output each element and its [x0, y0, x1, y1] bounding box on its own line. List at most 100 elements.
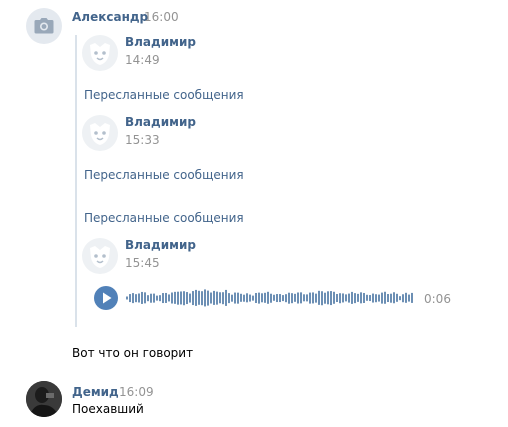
waveform-bar — [183, 290, 185, 306]
waveform-bar — [255, 293, 257, 303]
waveform-bar — [300, 292, 302, 304]
message-text: Поехавший — [72, 402, 144, 416]
forwarded-time[interactable]: 15:45 — [125, 256, 160, 270]
audio-waveform[interactable] — [126, 288, 414, 308]
waveform-bar — [303, 294, 305, 302]
user-photo-icon — [26, 381, 62, 417]
waveform-bar — [378, 294, 380, 302]
waveform-bar — [153, 293, 155, 303]
waveform-bar — [168, 294, 170, 302]
waveform-bar — [372, 293, 374, 303]
waveform-bar — [399, 295, 401, 301]
waveform-bar — [177, 291, 179, 305]
waveform-bar — [408, 294, 410, 302]
waveform-bar — [327, 291, 329, 305]
waveform-bar — [237, 292, 239, 304]
waveform-bar — [141, 292, 143, 304]
waveform-bar — [252, 295, 254, 301]
forwarded-avatar[interactable] — [82, 115, 118, 151]
waveform-bar — [147, 294, 149, 302]
waveform-bar — [228, 292, 230, 304]
waveform-bar — [330, 290, 332, 306]
forwarded-time[interactable]: 14:49 — [125, 53, 160, 67]
waveform-bar — [162, 292, 164, 304]
waveform-bar — [270, 293, 272, 303]
waveform-bar — [201, 290, 203, 306]
waveform-bar — [297, 292, 299, 304]
waveform-bar — [366, 295, 368, 301]
dog-icon — [90, 43, 110, 65]
waveform-bar — [294, 294, 296, 302]
waveform-bar — [390, 293, 392, 303]
waveform-bar — [360, 292, 362, 304]
waveform-bar — [351, 292, 353, 304]
waveform-bar — [249, 294, 251, 302]
waveform-bar — [315, 293, 317, 303]
message-author[interactable]: Александр — [72, 10, 148, 24]
waveform-bar — [135, 293, 137, 303]
forwarded-messages-link[interactable]: Пересланные сообщения — [84, 88, 244, 102]
waveform-bar — [159, 294, 161, 302]
waveform-bar — [165, 293, 167, 303]
waveform-bar — [126, 296, 128, 300]
waveform-bar — [345, 294, 347, 302]
forwarded-author[interactable]: Владимир — [125, 35, 196, 49]
waveform-bar — [234, 292, 236, 304]
sender-avatar[interactable] — [26, 8, 62, 44]
forwarded-messages-link[interactable]: Пересланные сообщения — [84, 168, 244, 182]
waveform-bar — [306, 294, 308, 302]
waveform-bar — [210, 292, 212, 304]
forwarded-avatar[interactable] — [82, 35, 118, 71]
waveform-bar — [396, 294, 398, 302]
forward-bar — [75, 35, 77, 327]
waveform-bar — [189, 293, 191, 303]
sender-avatar[interactable] — [26, 381, 62, 417]
dog-icon — [90, 123, 110, 145]
forwarded-author[interactable]: Владимир — [125, 238, 196, 252]
waveform-bar — [264, 293, 266, 303]
waveform-bar — [225, 290, 227, 306]
message-author[interactable]: Демид — [72, 385, 119, 399]
forwarded-author[interactable]: Владимир — [125, 115, 196, 129]
waveform-bar — [144, 292, 146, 304]
waveform-bar — [336, 294, 338, 302]
forwarded-avatar[interactable] — [82, 238, 118, 274]
waveform-bar — [138, 293, 140, 303]
waveform-bar — [132, 292, 134, 304]
waveform-bar — [369, 294, 371, 302]
waveform-bar — [387, 293, 389, 303]
waveform-bar — [198, 291, 200, 305]
waveform-bar — [354, 292, 356, 304]
forwarded-time[interactable]: 15:33 — [125, 133, 160, 147]
waveform-bar — [279, 293, 281, 303]
waveform-bar — [246, 293, 248, 303]
waveform-bar — [231, 294, 233, 302]
waveform-bar — [288, 292, 290, 304]
message-text: Вот что он говорит — [72, 346, 194, 360]
waveform-bar — [219, 292, 221, 304]
waveform-bar — [342, 293, 344, 303]
waveform-bar — [261, 293, 263, 303]
waveform-bar — [348, 293, 350, 303]
waveform-bar — [240, 294, 242, 302]
waveform-bar — [267, 292, 269, 304]
play-button[interactable] — [94, 286, 118, 310]
message-time[interactable]: 16:09 — [119, 385, 154, 399]
waveform-bar — [321, 290, 323, 306]
waveform-bar — [258, 292, 260, 304]
waveform-bar — [339, 292, 341, 304]
waveform-bar — [324, 292, 326, 304]
message-time[interactable]: 16:00 — [144, 10, 179, 24]
forwarded-messages-link[interactable]: Пересланные сообщения — [84, 211, 244, 225]
waveform-bar — [411, 293, 413, 303]
waveform-bar — [312, 292, 314, 304]
waveform-bar — [192, 290, 194, 306]
waveform-bar — [357, 294, 359, 302]
waveform-bar — [156, 295, 158, 301]
dog-icon — [90, 246, 110, 268]
waveform-bar — [180, 291, 182, 305]
waveform-bar — [285, 293, 287, 303]
waveform-bar — [195, 290, 197, 306]
waveform-bar — [318, 291, 320, 305]
waveform-bar — [207, 290, 209, 306]
